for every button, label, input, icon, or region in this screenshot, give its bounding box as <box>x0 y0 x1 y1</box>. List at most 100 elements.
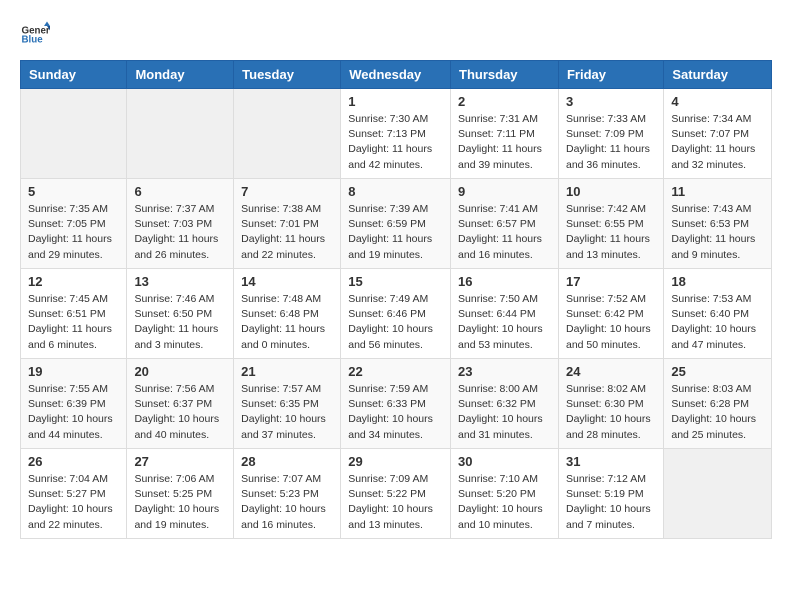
calendar-cell: 1 Sunrise: 7:30 AM Sunset: 7:13 PM Daylig… <box>341 89 451 179</box>
calendar-cell: 20 Sunrise: 7:56 AM Sunset: 6:37 PM Dayli… <box>127 359 234 449</box>
day-header-friday: Friday <box>558 61 663 89</box>
day-number: 12 <box>28 274 119 289</box>
day-info: Sunrise: 7:42 AM Sunset: 6:55 PM Dayligh… <box>566 202 656 263</box>
week-row-3: 12 Sunrise: 7:45 AM Sunset: 6:51 PM Dayli… <box>21 269 772 359</box>
day-number: 25 <box>671 364 764 379</box>
day-info: Sunrise: 7:09 AM Sunset: 5:22 PM Dayligh… <box>348 472 443 533</box>
day-number: 26 <box>28 454 119 469</box>
day-number: 5 <box>28 184 119 199</box>
svg-text:Blue: Blue <box>22 35 44 46</box>
calendar-cell: 5 Sunrise: 7:35 AM Sunset: 7:05 PM Daylig… <box>21 179 127 269</box>
day-header-monday: Monday <box>127 61 234 89</box>
day-info: Sunrise: 7:56 AM Sunset: 6:37 PM Dayligh… <box>134 382 226 443</box>
calendar-header-row: SundayMondayTuesdayWednesdayThursdayFrid… <box>21 61 772 89</box>
day-number: 14 <box>241 274 333 289</box>
day-number: 15 <box>348 274 443 289</box>
calendar-cell: 10 Sunrise: 7:42 AM Sunset: 6:55 PM Dayli… <box>558 179 663 269</box>
calendar-cell: 25 Sunrise: 8:03 AM Sunset: 6:28 PM Dayli… <box>664 359 772 449</box>
calendar-cell: 27 Sunrise: 7:06 AM Sunset: 5:25 PM Dayli… <box>127 449 234 539</box>
calendar-cell: 11 Sunrise: 7:43 AM Sunset: 6:53 PM Dayli… <box>664 179 772 269</box>
day-number: 29 <box>348 454 443 469</box>
logo: General Blue <box>20 20 54 50</box>
page-header: General Blue <box>20 20 772 50</box>
day-info: Sunrise: 7:55 AM Sunset: 6:39 PM Dayligh… <box>28 382 119 443</box>
day-number: 1 <box>348 94 443 109</box>
calendar-cell: 16 Sunrise: 7:50 AM Sunset: 6:44 PM Dayli… <box>451 269 559 359</box>
day-number: 19 <box>28 364 119 379</box>
calendar-cell: 28Sunrise: 7:07 AM Sunset: 5:23 PM Dayli… <box>234 449 341 539</box>
calendar-cell <box>21 89 127 179</box>
day-number: 21 <box>241 364 333 379</box>
day-info: Sunrise: 7:43 AM Sunset: 6:53 PM Dayligh… <box>671 202 764 263</box>
day-info: Sunrise: 7:31 AM Sunset: 7:11 PM Dayligh… <box>458 112 551 173</box>
day-info: Sunrise: 7:52 AM Sunset: 6:42 PM Dayligh… <box>566 292 656 353</box>
calendar-cell: 31 Sunrise: 7:12 AM Sunset: 5:19 PM Dayli… <box>558 449 663 539</box>
day-info: Sunrise: 7:33 AM Sunset: 7:09 PM Dayligh… <box>566 112 656 173</box>
day-info: Sunrise: 7:49 AM Sunset: 6:46 PM Dayligh… <box>348 292 443 353</box>
calendar-cell: 24Sunrise: 8:02 AM Sunset: 6:30 PM Dayli… <box>558 359 663 449</box>
day-info: Sunrise: 7:50 AM Sunset: 6:44 PM Dayligh… <box>458 292 551 353</box>
calendar-cell: 15 Sunrise: 7:49 AM Sunset: 6:46 PM Dayli… <box>341 269 451 359</box>
day-info: Sunrise: 8:03 AM Sunset: 6:28 PM Dayligh… <box>671 382 764 443</box>
day-number: 31 <box>566 454 656 469</box>
day-info: Sunrise: 7:41 AM Sunset: 6:57 PM Dayligh… <box>458 202 551 263</box>
day-info: Sunrise: 7:04 AM Sunset: 5:27 PM Dayligh… <box>28 472 119 533</box>
day-info: Sunrise: 8:02 AM Sunset: 6:30 PM Dayligh… <box>566 382 656 443</box>
day-info: Sunrise: 7:38 AM Sunset: 7:01 PM Dayligh… <box>241 202 333 263</box>
day-info: Sunrise: 7:30 AM Sunset: 7:13 PM Dayligh… <box>348 112 443 173</box>
day-info: Sunrise: 7:39 AM Sunset: 6:59 PM Dayligh… <box>348 202 443 263</box>
calendar-cell: 17 Sunrise: 7:52 AM Sunset: 6:42 PM Dayli… <box>558 269 663 359</box>
calendar-cell: 6Sunrise: 7:37 AM Sunset: 7:03 PM Daylig… <box>127 179 234 269</box>
day-info: Sunrise: 7:35 AM Sunset: 7:05 PM Dayligh… <box>28 202 119 263</box>
day-number: 8 <box>348 184 443 199</box>
calendar-cell: 23 Sunrise: 8:00 AM Sunset: 6:32 PM Dayli… <box>451 359 559 449</box>
day-number: 18 <box>671 274 764 289</box>
day-header-saturday: Saturday <box>664 61 772 89</box>
calendar-cell: 4Sunrise: 7:34 AM Sunset: 7:07 PM Daylig… <box>664 89 772 179</box>
day-info: Sunrise: 7:48 AM Sunset: 6:48 PM Dayligh… <box>241 292 333 353</box>
day-number: 10 <box>566 184 656 199</box>
week-row-1: 1 Sunrise: 7:30 AM Sunset: 7:13 PM Daylig… <box>21 89 772 179</box>
calendar-cell: 30Sunrise: 7:10 AM Sunset: 5:20 PM Dayli… <box>451 449 559 539</box>
day-info: Sunrise: 7:57 AM Sunset: 6:35 PM Dayligh… <box>241 382 333 443</box>
day-number: 7 <box>241 184 333 199</box>
day-info: Sunrise: 7:45 AM Sunset: 6:51 PM Dayligh… <box>28 292 119 353</box>
day-number: 9 <box>458 184 551 199</box>
day-info: Sunrise: 7:46 AM Sunset: 6:50 PM Dayligh… <box>134 292 226 353</box>
calendar-cell: 21 Sunrise: 7:57 AM Sunset: 6:35 PM Dayli… <box>234 359 341 449</box>
day-number: 20 <box>134 364 226 379</box>
calendar-cell <box>664 449 772 539</box>
calendar-cell: 9 Sunrise: 7:41 AM Sunset: 6:57 PM Daylig… <box>451 179 559 269</box>
calendar-cell <box>127 89 234 179</box>
day-info: Sunrise: 8:00 AM Sunset: 6:32 PM Dayligh… <box>458 382 551 443</box>
day-number: 6 <box>134 184 226 199</box>
day-number: 13 <box>134 274 226 289</box>
day-info: Sunrise: 7:12 AM Sunset: 5:19 PM Dayligh… <box>566 472 656 533</box>
day-number: 16 <box>458 274 551 289</box>
day-info: Sunrise: 7:06 AM Sunset: 5:25 PM Dayligh… <box>134 472 226 533</box>
week-row-4: 19 Sunrise: 7:55 AM Sunset: 6:39 PM Dayli… <box>21 359 772 449</box>
day-info: Sunrise: 7:10 AM Sunset: 5:20 PM Dayligh… <box>458 472 551 533</box>
day-info: Sunrise: 7:53 AM Sunset: 6:40 PM Dayligh… <box>671 292 764 353</box>
day-number: 27 <box>134 454 226 469</box>
day-number: 22 <box>348 364 443 379</box>
day-header-tuesday: Tuesday <box>234 61 341 89</box>
logo-icon: General Blue <box>20 20 50 50</box>
day-number: 17 <box>566 274 656 289</box>
day-number: 11 <box>671 184 764 199</box>
calendar-cell: 26 Sunrise: 7:04 AM Sunset: 5:27 PM Dayli… <box>21 449 127 539</box>
calendar-cell: 2 Sunrise: 7:31 AM Sunset: 7:11 PM Daylig… <box>451 89 559 179</box>
day-info: Sunrise: 7:59 AM Sunset: 6:33 PM Dayligh… <box>348 382 443 443</box>
calendar-cell: 3 Sunrise: 7:33 AM Sunset: 7:09 PM Daylig… <box>558 89 663 179</box>
day-info: Sunrise: 7:07 AM Sunset: 5:23 PM Dayligh… <box>241 472 333 533</box>
calendar-cell: 8 Sunrise: 7:39 AM Sunset: 6:59 PM Daylig… <box>341 179 451 269</box>
calendar-cell: 18 Sunrise: 7:53 AM Sunset: 6:40 PM Dayli… <box>664 269 772 359</box>
calendar-cell: 19 Sunrise: 7:55 AM Sunset: 6:39 PM Dayli… <box>21 359 127 449</box>
day-number: 23 <box>458 364 551 379</box>
day-header-wednesday: Wednesday <box>341 61 451 89</box>
day-number: 3 <box>566 94 656 109</box>
day-number: 2 <box>458 94 551 109</box>
week-row-5: 26 Sunrise: 7:04 AM Sunset: 5:27 PM Dayli… <box>21 449 772 539</box>
day-header-thursday: Thursday <box>451 61 559 89</box>
calendar-cell: 29 Sunrise: 7:09 AM Sunset: 5:22 PM Dayli… <box>341 449 451 539</box>
